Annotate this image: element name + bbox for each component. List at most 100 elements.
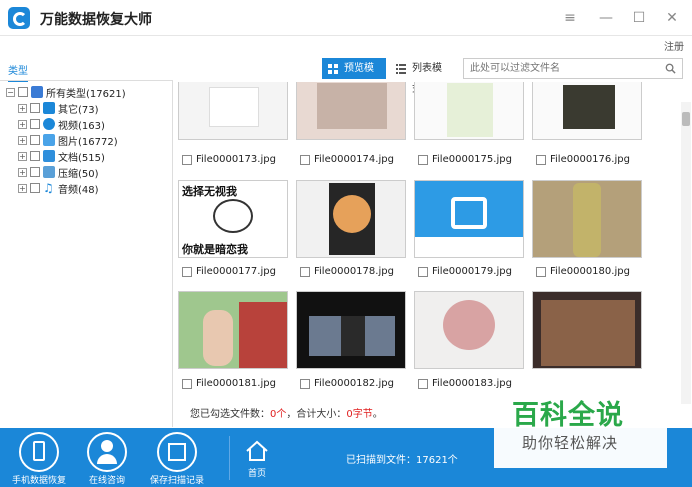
status-prefix: 您已勾选文件数： <box>190 409 270 420</box>
collapse-icon[interactable]: − <box>6 87 15 97</box>
selection-status: 您已勾选文件数：0个，合计大小：0字节。 <box>174 404 494 426</box>
selected-count: 0个 <box>270 409 287 420</box>
tree-item-other[interactable]: + 其它(73) <box>18 101 99 116</box>
thumbnail[interactable] <box>414 180 524 258</box>
tree-item-label: 文档(515) <box>58 152 105 164</box>
file-checkbox[interactable] <box>300 154 310 165</box>
tree-checkbox[interactable] <box>18 87 28 97</box>
file-item[interactable]: File0000182.jpg <box>300 378 394 389</box>
file-item[interactable]: File0000180.jpg <box>536 266 630 277</box>
register-link[interactable]: 注册 <box>664 38 684 53</box>
file-name: File0000177.jpg <box>196 266 276 277</box>
thumbnail[interactable] <box>532 82 642 140</box>
grid-icon <box>43 102 55 114</box>
file-name: File0000182.jpg <box>314 378 394 389</box>
online-consult-button[interactable]: 在线咨询 <box>72 428 142 487</box>
preview-mode-button[interactable]: 预览模式 <box>322 58 386 95</box>
thumbnail[interactable] <box>178 82 288 140</box>
tree-checkbox[interactable] <box>30 103 40 113</box>
expand-icon[interactable]: + <box>18 103 27 113</box>
tree-item-video[interactable]: + 视频(163) <box>18 117 105 132</box>
file-item[interactable]: File0000176.jpg <box>536 154 630 165</box>
thumbnail-caption: 你就是暗恋我 <box>182 243 248 256</box>
list-mode-button[interactable]: 列表模式 <box>390 58 456 95</box>
file-item[interactable]: File0000175.jpg <box>418 154 512 165</box>
tree-checkbox[interactable] <box>30 183 40 193</box>
file-item[interactable]: File0000179.jpg <box>418 266 512 277</box>
tree-item-label: 其它(73) <box>58 104 99 116</box>
file-checkbox[interactable] <box>536 266 546 277</box>
thumbnail[interactable] <box>296 82 406 140</box>
file-item[interactable]: File0000177.jpg <box>182 266 276 277</box>
vertical-scrollbar[interactable] <box>681 102 691 404</box>
grid-view-icon <box>328 64 338 74</box>
minimize-button[interactable]: — <box>596 8 616 28</box>
scrollbar-thumb[interactable] <box>682 112 690 126</box>
video-icon <box>43 118 55 130</box>
status-suffix: 。 <box>372 409 383 420</box>
file-checkbox[interactable] <box>300 378 310 389</box>
tree-checkbox[interactable] <box>30 135 40 145</box>
tree-item-archive[interactable]: + 压缩(50) <box>18 165 99 180</box>
thumbnail[interactable] <box>296 291 406 369</box>
file-checkbox[interactable] <box>182 266 192 277</box>
thumbnail[interactable] <box>414 82 524 140</box>
list-view-icon <box>396 64 406 74</box>
save-scan-record-label: 保存扫描记录 <box>149 476 204 486</box>
file-checkbox[interactable] <box>182 378 192 389</box>
tree-checkbox[interactable] <box>30 119 40 129</box>
tab-type[interactable]: 类型 <box>8 62 28 82</box>
archive-icon <box>43 166 55 178</box>
thumbnail[interactable] <box>532 291 642 369</box>
home-button[interactable]: 首页 <box>222 428 292 487</box>
phone-recovery-button[interactable]: 手机数据恢复 <box>4 428 74 487</box>
thumbnail[interactable]: 选择无视我 你就是暗恋我 <box>178 180 288 258</box>
image-icon <box>43 134 55 146</box>
tree-checkbox[interactable] <box>30 151 40 161</box>
file-name: File0000179.jpg <box>432 266 512 277</box>
tree-item-all[interactable]: − 所有类型(17621) <box>6 85 126 100</box>
file-item[interactable]: File0000174.jpg <box>300 154 394 165</box>
file-checkbox[interactable] <box>182 154 192 165</box>
phone-icon <box>19 432 59 472</box>
file-checkbox[interactable] <box>300 266 310 277</box>
search-icon[interactable] <box>665 63 676 74</box>
expand-icon[interactable]: + <box>18 119 27 129</box>
tree-item-audio[interactable]: + ♫ 音频(48) <box>18 181 99 196</box>
home-label: 首页 <box>247 469 266 479</box>
file-checkbox[interactable] <box>418 266 428 277</box>
status-mid: ，合计大小： <box>286 409 347 420</box>
type-tree-panel: − 所有类型(17621) + 其它(73) + 视频(163) + 图片(16… <box>0 80 173 427</box>
file-checkbox[interactable] <box>536 154 546 165</box>
close-button[interactable]: ✕ <box>662 8 682 28</box>
selected-size: 0字节 <box>346 409 373 420</box>
file-checkbox[interactable] <box>418 378 428 389</box>
filter-input[interactable] <box>464 59 654 78</box>
save-scan-record-button[interactable]: 保存扫描记录 <box>142 428 212 487</box>
title-bar: 万能数据恢复大师 ≡ — ☐ ✕ <box>0 0 692 36</box>
thumbnail[interactable] <box>532 180 642 258</box>
expand-icon[interactable]: + <box>18 135 27 145</box>
thumbnail[interactable] <box>178 291 288 369</box>
maximize-button[interactable]: ☐ <box>629 8 649 28</box>
tree-item-image[interactable]: + 图片(16772) <box>18 133 118 148</box>
watermark: 百科全说 助你轻松解决 <box>494 388 667 468</box>
tree-item-label: 音频(48) <box>58 184 99 196</box>
menu-icon[interactable]: ≡ <box>560 8 580 28</box>
file-item[interactable]: File0000173.jpg <box>182 154 276 165</box>
thumbnail[interactable] <box>414 291 524 369</box>
tree-item-document[interactable]: + 文档(515) <box>18 149 105 164</box>
file-name: File0000178.jpg <box>314 266 394 277</box>
file-checkbox[interactable] <box>418 154 428 165</box>
watermark-subtitle: 助你轻松解决 <box>522 434 619 452</box>
home-icon <box>246 440 268 461</box>
expand-icon[interactable]: + <box>18 151 27 161</box>
file-name: File0000173.jpg <box>196 154 276 165</box>
file-item[interactable]: File0000181.jpg <box>182 378 276 389</box>
filter-search-box[interactable] <box>463 58 683 79</box>
expand-icon[interactable]: + <box>18 183 27 193</box>
tree-checkbox[interactable] <box>30 167 40 177</box>
file-item[interactable]: File0000178.jpg <box>300 266 394 277</box>
thumbnail[interactable] <box>296 180 406 258</box>
expand-icon[interactable]: + <box>18 167 27 177</box>
